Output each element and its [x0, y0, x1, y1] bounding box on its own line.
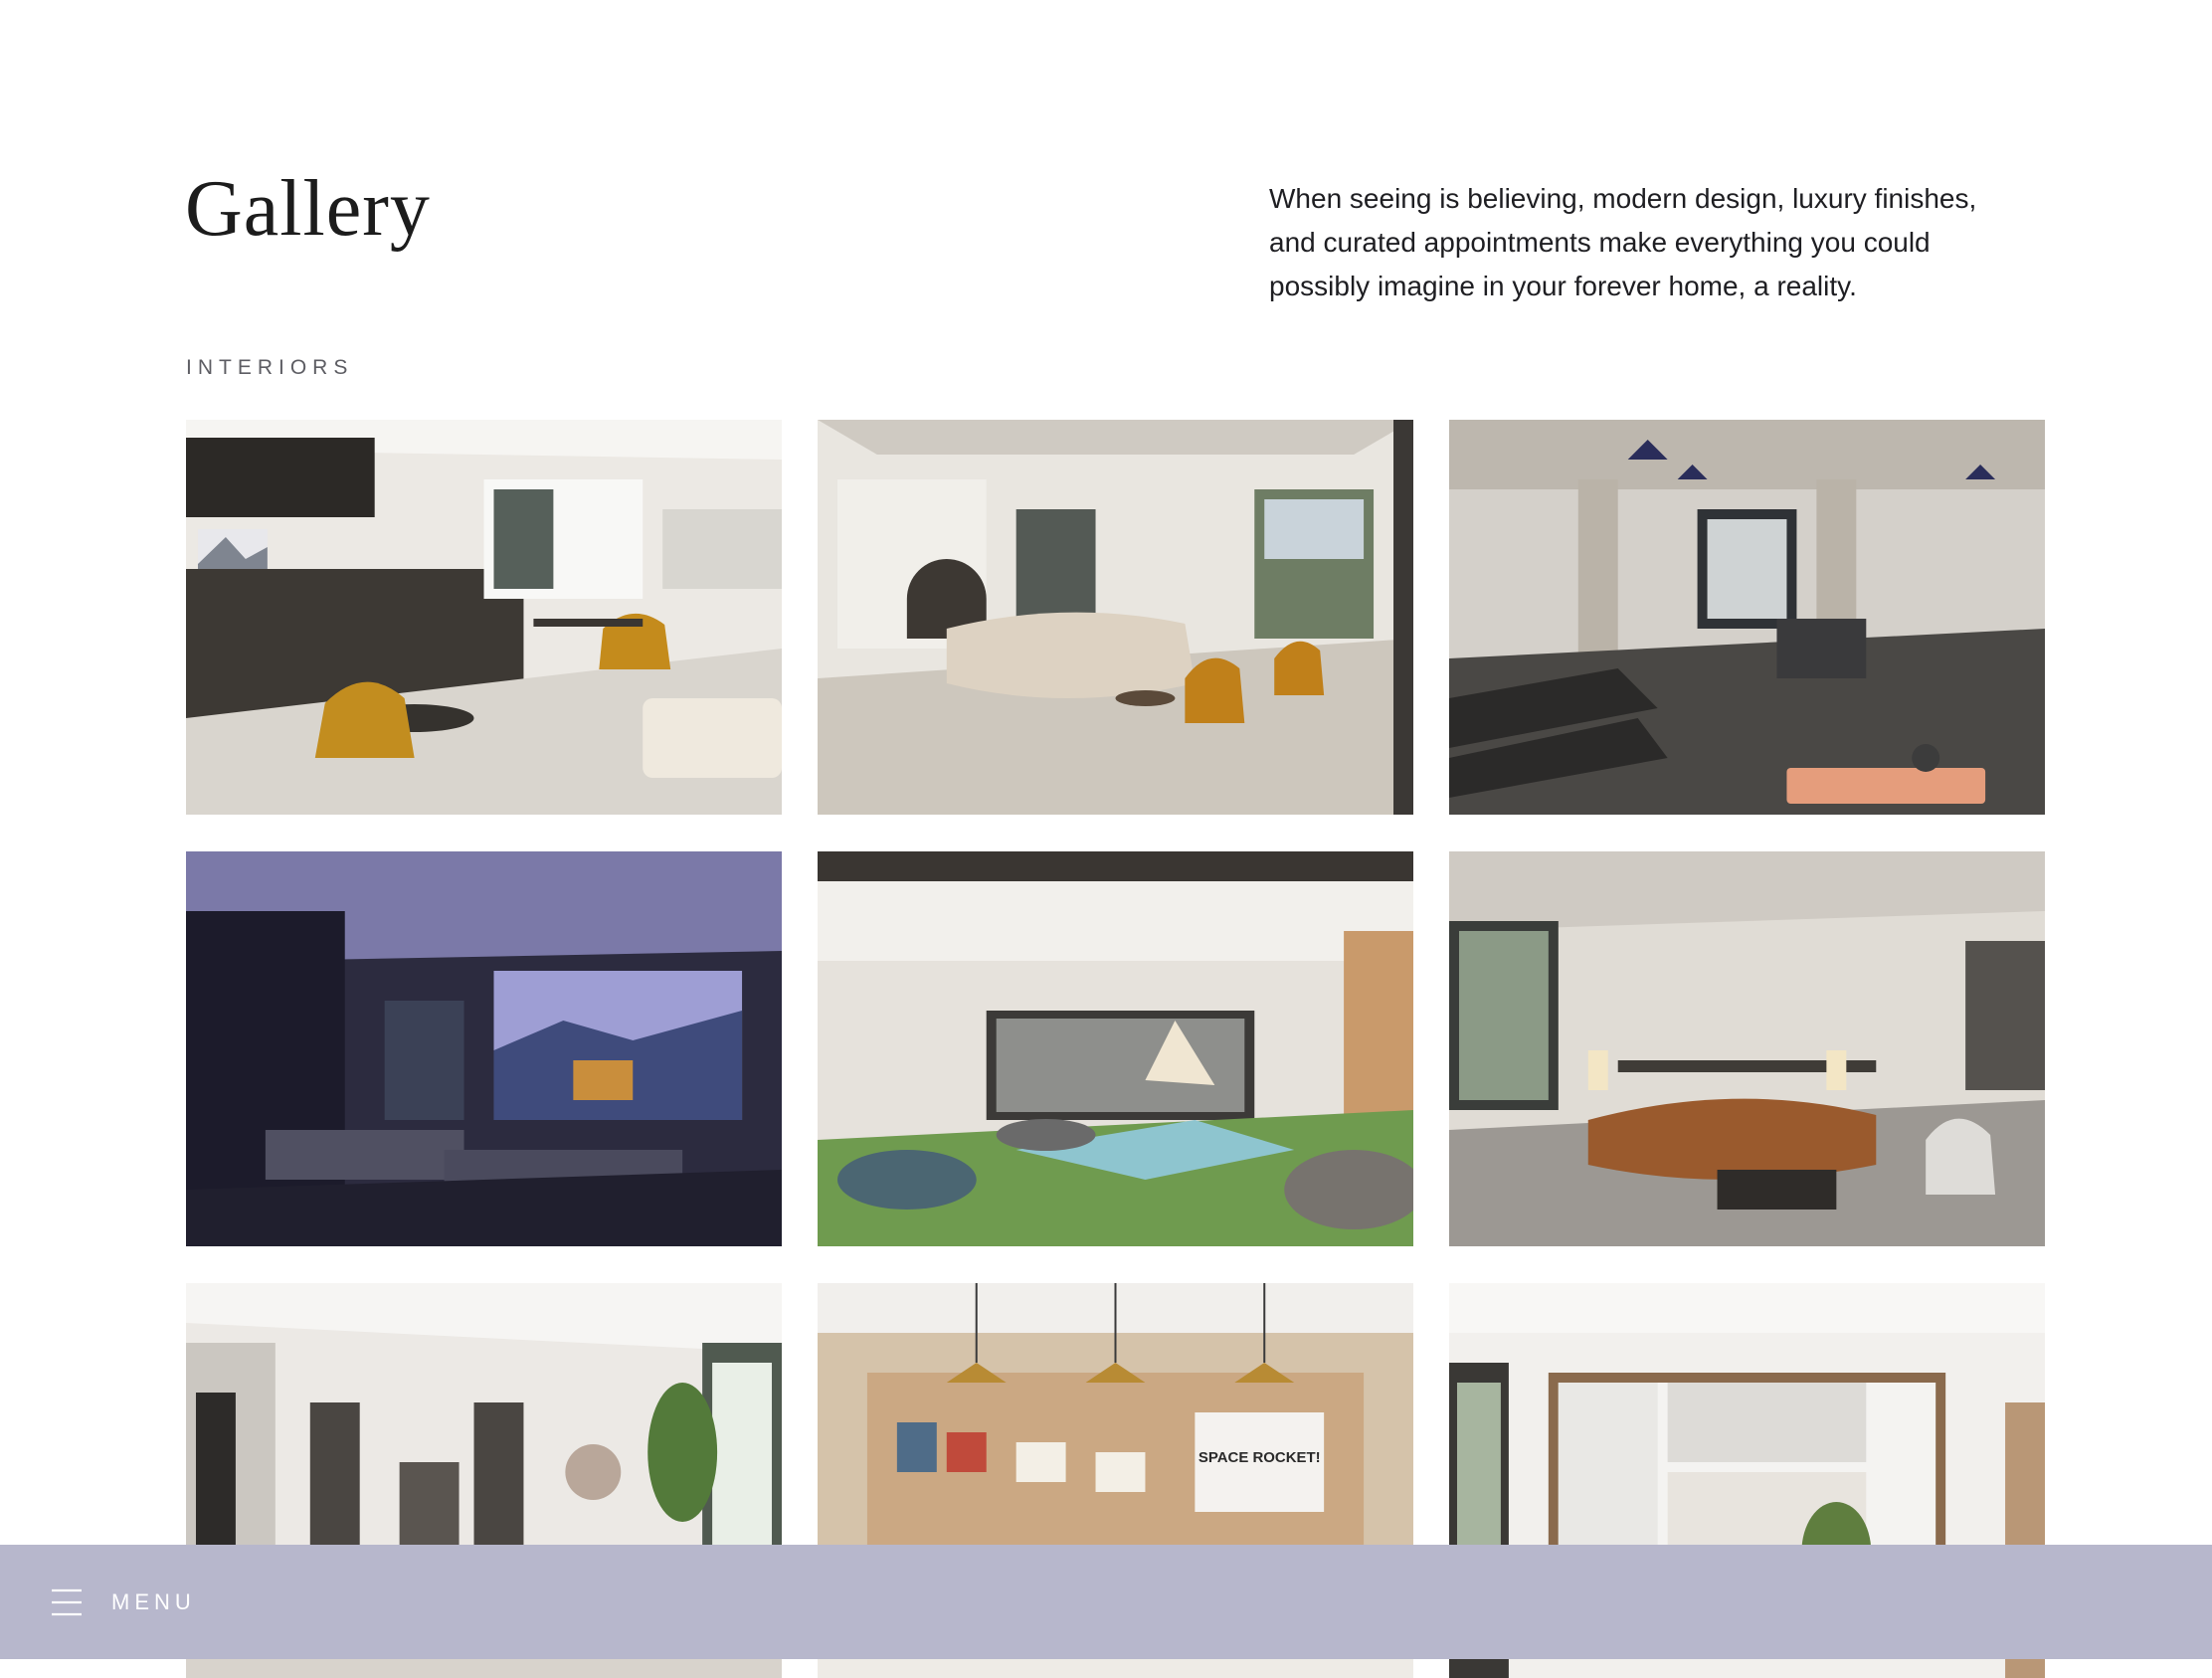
menu-label[interactable]: MENU — [111, 1589, 196, 1615]
page-title: Gallery — [185, 165, 431, 253]
bottom-menu-bar: MENU — [0, 1545, 2212, 1659]
screening-room-photo — [186, 851, 782, 1246]
space-rocket-sign: SPACE ROCKET! — [1198, 1449, 1321, 1466]
gallery-image-lounge-kitchen[interactable] — [186, 420, 782, 815]
menu-button[interactable]: MENU — [48, 1581, 196, 1624]
lounge-kitchen-photo — [186, 420, 782, 815]
playroom-photo — [818, 851, 1413, 1246]
living-room-photo — [818, 420, 1413, 815]
hamburger-icon[interactable] — [48, 1585, 84, 1620]
gallery-image-club-lounge[interactable] — [1449, 851, 2045, 1246]
club-lounge-photo — [1449, 851, 2045, 1246]
gallery-image-screening-room[interactable] — [186, 851, 782, 1246]
gallery-image-fitness-center[interactable] — [1449, 420, 2045, 815]
gallery-image-living-room[interactable] — [818, 420, 1413, 815]
fitness-center-photo — [1449, 420, 2045, 815]
gallery-image-playroom[interactable] — [818, 851, 1413, 1246]
section-label-interiors: INTERIORS — [186, 356, 354, 379]
intro-text: When seeing is believing, modern design,… — [1269, 183, 1977, 301]
gallery-grid: SPACE ROCKET! — [186, 420, 2046, 1678]
